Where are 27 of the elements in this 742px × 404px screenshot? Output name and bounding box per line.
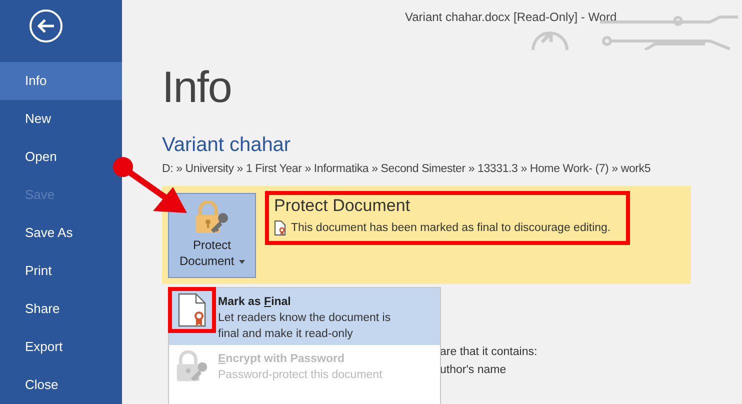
protect-heading: Protect Document (274, 196, 412, 216)
back-icon[interactable] (29, 9, 63, 43)
document-path: D: » University » 1 First Year » Informatika » Second Simester » 13331.3 » Home Work- (7) » work5 (162, 163, 652, 175)
final-document-icon (274, 220, 286, 236)
sidebar-item[interactable]: New (0, 100, 122, 138)
menu-item-description: final and make it read-only (218, 327, 354, 342)
sidebar-item[interactable]: Print (0, 252, 122, 290)
sidebar-item[interactable]: Export (0, 328, 122, 366)
protect-message: This document has been marked as final to discourage editing. (291, 222, 611, 234)
page-heading: Info (162, 66, 232, 110)
window-title: Variant chahar.docx [Read-Only] - Word (405, 10, 617, 24)
menu-item-description: Let readers know the document is (218, 311, 391, 326)
document-name: Variant chahar (162, 134, 292, 157)
sidebar-item[interactable]: Close (0, 366, 122, 404)
menu-item-title: Mark as Final (218, 295, 292, 310)
protect-document-button[interactable]: Protect Document (168, 193, 256, 278)
inspect-text: are that it contains: (440, 345, 538, 360)
sidebar-item[interactable]: Save As (0, 214, 122, 252)
lock-key-icon (175, 350, 209, 384)
inspect-text: uthor's name (440, 363, 508, 378)
menu-item-title: Encrypt with Password (218, 352, 346, 367)
menu-item-description: Password-protect this document (218, 368, 382, 383)
sidebar-item[interactable]: Info (0, 62, 122, 100)
final-document-icon (177, 292, 207, 328)
caret-icon (238, 260, 245, 264)
lock-key-icon (194, 201, 230, 235)
sidebar-item[interactable]: Share (0, 290, 122, 328)
